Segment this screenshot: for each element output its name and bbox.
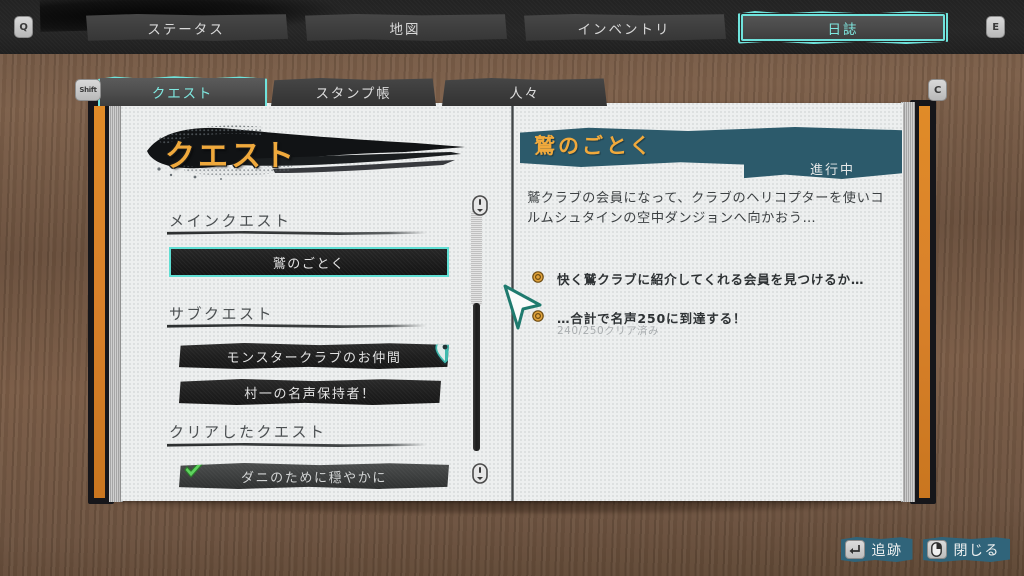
subtab-people-label: 人々 [509, 86, 540, 102]
quest-detail-page: 進行中 鷲のごとく 鷲クラブの会員になって、クラブのヘリコプターを使いコルムシュ… [512, 103, 903, 501]
mouse-right-click-icon [926, 540, 947, 559]
tab-inventory[interactable]: インベントリ [524, 14, 726, 41]
section-heading-main-quest: メインクエスト [169, 212, 292, 230]
close-button-label: 閉じる [953, 542, 1000, 559]
quest-label: 鷲のごとく [272, 256, 346, 272]
tab-status[interactable]: ステータス [86, 14, 288, 41]
enter-key-icon [844, 540, 865, 559]
tab-status-label: ステータス [147, 21, 225, 38]
tab-journal[interactable]: 日誌 [741, 14, 945, 41]
quest-label: 村一の名声保持者！ [244, 386, 376, 402]
scrollbar-track[interactable] [471, 209, 482, 307]
track-button[interactable]: 追跡 [840, 537, 913, 562]
quest-list-item-sub-1[interactable]: 村一の名声保持者！ [179, 379, 441, 405]
tab-map[interactable]: 地図 [305, 14, 507, 41]
subtab-stampbook-label: スタンプ帳 [315, 86, 392, 102]
tab-map-label: 地図 [389, 21, 421, 38]
book-page-edge-right [901, 102, 915, 502]
subtab-people[interactable]: 人々 [442, 78, 607, 106]
key-hint-shift[interactable]: Shift [75, 79, 101, 101]
key-hint-c[interactable]: C [928, 79, 947, 101]
bottom-hint-bar: 追跡 閉じる [840, 537, 1010, 562]
page-title: クエスト [165, 139, 297, 174]
track-button-label: 追跡 [871, 542, 903, 559]
book-gutter [511, 103, 514, 501]
subtab-quests-label: クエスト [151, 86, 214, 102]
sub-tab-list: クエスト スタンプ帳 人々 [100, 78, 607, 106]
book-pages: クエスト メインクエスト 鷲のごとく サブクエスト モンスタークラブのお仲間 村… [121, 103, 903, 501]
key-hint-e[interactable]: E [986, 16, 1005, 38]
quest-title-banner: クエスト [143, 121, 473, 183]
book-spine-left [94, 106, 105, 498]
section-rule-completed-quest [167, 443, 427, 447]
quest-detail-title: 鷲のごとく [534, 134, 654, 158]
quest-description: 鷲クラブの会員になって、クラブのヘリコプターを使いコルムシュタインの空中ダンジョ… [527, 191, 885, 226]
status-badge: 進行中 [810, 163, 856, 178]
quest-list-scrollbar[interactable] [470, 189, 484, 479]
section-rule-main-quest [167, 231, 427, 235]
book-spine-right [919, 106, 930, 498]
mouse-scroll-down-icon [472, 463, 488, 484]
quest-label: ダニのために穏やかに [240, 470, 387, 486]
quest-list-item-main-0[interactable]: 鷲のごとく [169, 247, 449, 277]
close-button[interactable]: 閉じる [922, 537, 1010, 562]
tab-journal-label: 日誌 [827, 21, 859, 38]
section-rule-sub-quest [167, 324, 427, 328]
objective-progress: 240/250クリア済み [557, 325, 660, 337]
quest-list-item-completed-0[interactable]: ダニのために穏やかに [179, 463, 449, 489]
objective-bullet-icon [532, 271, 544, 283]
quest-list-page: クエスト メインクエスト 鷲のごとく サブクエスト モンスタークラブのお仲間 村… [121, 103, 512, 501]
quest-list-item-sub-0[interactable]: モンスタークラブのお仲間 [179, 343, 449, 369]
key-hint-q[interactable]: Q [14, 16, 33, 38]
mouse-scroll-up-icon [472, 195, 488, 216]
objective-text: 快く鷲クラブに紹介してくれる会員を見つけるか… [557, 272, 865, 287]
game-journal-screen: Q E ステータス 地図 インベントリ 日誌 Shift C クエスト スタンプ… [0, 0, 1024, 576]
subtab-stampbook[interactable]: スタンプ帳 [271, 78, 436, 106]
main-tab-list: ステータス 地図 インベントリ 日誌 [84, 14, 945, 41]
objective-bullet-icon [532, 310, 544, 322]
subtab-quests[interactable]: クエスト [100, 78, 265, 106]
journal-book: クエスト メインクエスト 鷲のごとく サブクエスト モンスタークラブのお仲間 村… [88, 100, 936, 514]
section-heading-completed-quest: クリアしたクエスト [169, 423, 327, 441]
checkmark-icon [184, 463, 208, 478]
section-heading-sub-quest: サブクエスト [169, 305, 275, 323]
map-pin-icon [433, 343, 449, 366]
tab-inventory-label: インベントリ [577, 21, 671, 38]
scrollbar-thumb[interactable] [473, 303, 480, 451]
quest-label: モンスタークラブのお仲間 [226, 350, 402, 366]
